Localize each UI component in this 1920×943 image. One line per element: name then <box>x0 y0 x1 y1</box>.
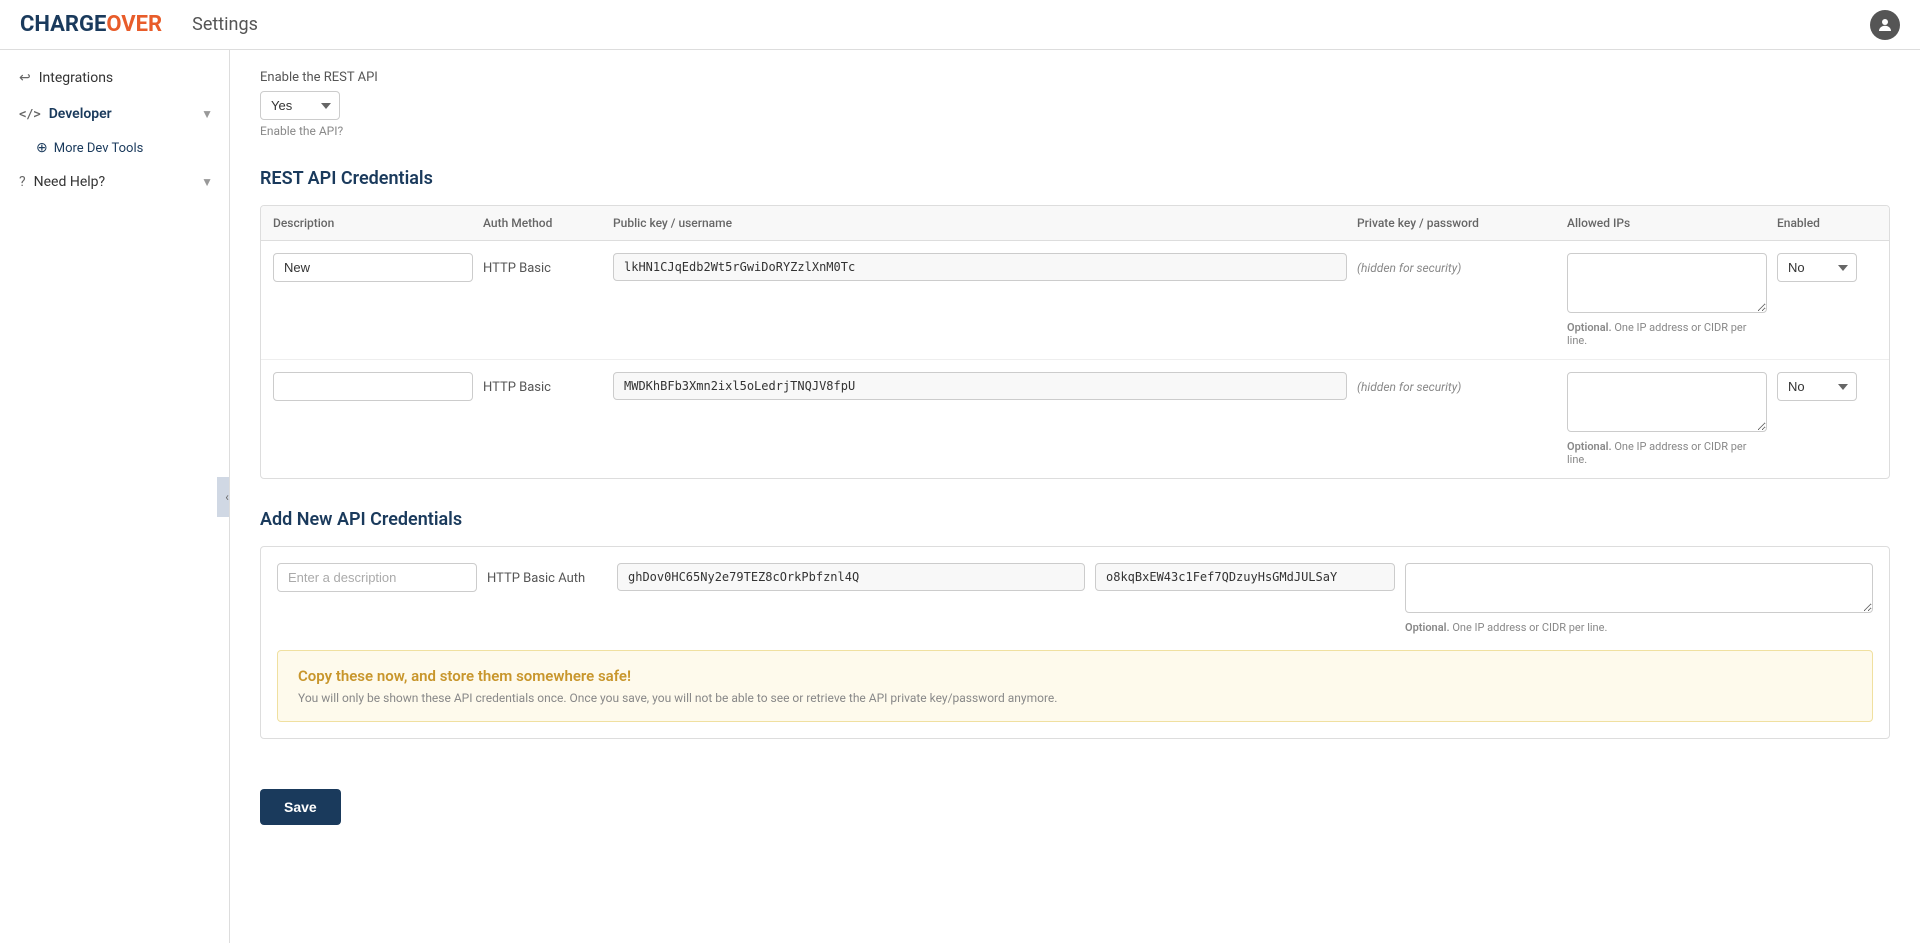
layout: ↩ Integrations </> Developer ▼ ⊕ More De… <box>0 50 1920 943</box>
credentials-table-header: Description Auth Method Public key / use… <box>261 206 1889 241</box>
help-icon: ? <box>19 174 26 190</box>
sidebar-item-developer-label: Developer <box>49 106 112 122</box>
row2-private-key: (hidden for security) <box>1357 372 1557 394</box>
page-title: Settings <box>192 14 258 35</box>
sidebar-item-more-dev-tools[interactable]: ⊕ More Dev Tools <box>0 132 229 164</box>
row1-public-key-cell: lkHN1CJqEdb2Wt5rGwiDoRYZzlXnM0Tc <box>613 253 1347 281</box>
enable-api-hint: Enable the API? <box>260 124 1890 138</box>
top-header: CHARGEOVER Settings <box>0 0 1920 50</box>
row2-description-input[interactable] <box>273 372 473 401</box>
logo: CHARGEOVER <box>20 12 162 37</box>
row1-allowed-ips-hint: Optional. One IP address or CIDR per lin… <box>1567 321 1767 347</box>
new-allowed-ips-cell: Optional. One IP address or CIDR per lin… <box>1405 563 1873 634</box>
new-public-key[interactable]: ghDov0HC65Ny2e79TEZ8cOrkPbfznl4Q <box>617 563 1085 591</box>
table-row: HTTP Basic lkHN1CJqEdb2Wt5rGwiDoRYZzlXnM… <box>261 241 1889 360</box>
new-private-key-cell: o8kqBxEW43c1Fef7QDzuyHsGMdJULSaY <box>1095 563 1395 591</box>
warning-title: Copy these now, and store them somewhere… <box>298 667 1852 685</box>
row1-allowed-ips-input[interactable] <box>1567 253 1767 313</box>
logo-charge: CHARGE <box>20 12 106 37</box>
sidebar-item-need-help[interactable]: ? Need Help? ▼ <box>0 164 229 200</box>
row1-description-input[interactable] <box>273 253 473 282</box>
add-new-credentials-section: Add New API Credentials HTTP Basic Auth … <box>260 509 1890 739</box>
row1-description-cell <box>273 253 473 282</box>
integrations-icon: ↩ <box>19 70 31 86</box>
add-credentials-row: HTTP Basic Auth ghDov0HC65Ny2e79TEZ8cOrk… <box>277 563 1873 634</box>
col-description: Description <box>273 216 473 230</box>
sidebar-item-integrations[interactable]: ↩ Integrations <box>0 60 229 96</box>
user-avatar[interactable] <box>1870 10 1900 40</box>
new-public-key-cell: ghDov0HC65Ny2e79TEZ8cOrkPbfznl4Q <box>617 563 1085 591</box>
save-button[interactable]: Save <box>260 789 341 825</box>
header-right <box>1870 10 1900 40</box>
row2-description-cell <box>273 372 473 401</box>
new-allowed-ips-input[interactable] <box>1405 563 1873 613</box>
chevron-down-icon-2: ▼ <box>201 175 213 189</box>
sidebar-item-developer[interactable]: </> Developer ▼ <box>0 96 229 132</box>
enable-api-label: Enable the REST API <box>260 70 1890 85</box>
col-enabled: Enabled <box>1777 216 1877 230</box>
add-credentials-container: HTTP Basic Auth ghDov0HC65Ny2e79TEZ8cOrk… <box>260 546 1890 739</box>
row1-allowed-ips-cell: Optional. One IP address or CIDR per lin… <box>1567 253 1767 347</box>
new-private-key[interactable]: o8kqBxEW43c1Fef7QDzuyHsGMdJULSaY <box>1095 563 1395 591</box>
credentials-table: Description Auth Method Public key / use… <box>260 205 1890 479</box>
enable-api-section: Enable the REST API Yes No Enable the AP… <box>260 70 1890 138</box>
row2-allowed-ips-input[interactable] <box>1567 372 1767 432</box>
new-description-input[interactable] <box>277 563 477 592</box>
sidebar: ↩ Integrations </> Developer ▼ ⊕ More De… <box>0 50 230 943</box>
row2-allowed-ips-cell: Optional. One IP address or CIDR per lin… <box>1567 372 1767 466</box>
row2-enabled-cell: No Yes <box>1777 372 1877 401</box>
rest-api-section-title: REST API Credentials <box>260 168 1890 189</box>
col-public-key: Public key / username <box>613 216 1347 230</box>
row2-auth-method: HTTP Basic <box>483 372 603 395</box>
enable-api-select[interactable]: Yes No <box>260 91 340 120</box>
row1-public-key[interactable]: lkHN1CJqEdb2Wt5rGwiDoRYZzlXnM0Tc <box>613 253 1347 281</box>
chevron-down-icon: ▼ <box>201 107 213 121</box>
row2-public-key-cell: MWDKhBFb3Xmn2ixl5oLedrjTNQJV8fpU <box>613 372 1347 400</box>
main-content: Enable the REST API Yes No Enable the AP… <box>230 50 1920 943</box>
new-allowed-ips-hint: Optional. One IP address or CIDR per lin… <box>1405 621 1873 634</box>
row2-allowed-ips-hint: Optional. One IP address or CIDR per lin… <box>1567 440 1767 466</box>
row2-enabled-select[interactable]: No Yes <box>1777 372 1857 401</box>
new-description-cell <box>277 563 477 592</box>
row1-private-key: (hidden for security) <box>1357 253 1557 275</box>
plus-icon: ⊕ <box>36 140 48 156</box>
row2-public-key[interactable]: MWDKhBFb3Xmn2ixl5oLedrjTNQJV8fpU <box>613 372 1347 400</box>
col-allowed-ips: Allowed IPs <box>1567 216 1767 230</box>
row1-enabled-cell: No Yes <box>1777 253 1877 282</box>
warning-text: You will only be shown these API credent… <box>298 691 1852 705</box>
sidebar-item-more-dev-tools-label: More Dev Tools <box>54 141 144 156</box>
developer-icon: </> <box>19 107 41 121</box>
sidebar-item-need-help-label: Need Help? <box>34 174 106 190</box>
warning-box: Copy these now, and store them somewhere… <box>277 650 1873 722</box>
rest-api-credentials-section: REST API Credentials Description Auth Me… <box>260 168 1890 479</box>
row1-enabled-select[interactable]: No Yes <box>1777 253 1857 282</box>
add-new-section-title: Add New API Credentials <box>260 509 1890 530</box>
col-private-key: Private key / password <box>1357 216 1557 230</box>
new-auth-method: HTTP Basic Auth <box>487 563 607 586</box>
col-auth-method: Auth Method <box>483 216 603 230</box>
logo-over: OVER <box>106 12 162 37</box>
collapse-sidebar-button[interactable]: ‹ <box>217 477 230 517</box>
table-row: HTTP Basic MWDKhBFb3Xmn2ixl5oLedrjTNQJV8… <box>261 360 1889 478</box>
row1-auth-method: HTTP Basic <box>483 253 603 276</box>
sidebar-item-integrations-label: Integrations <box>39 70 113 86</box>
